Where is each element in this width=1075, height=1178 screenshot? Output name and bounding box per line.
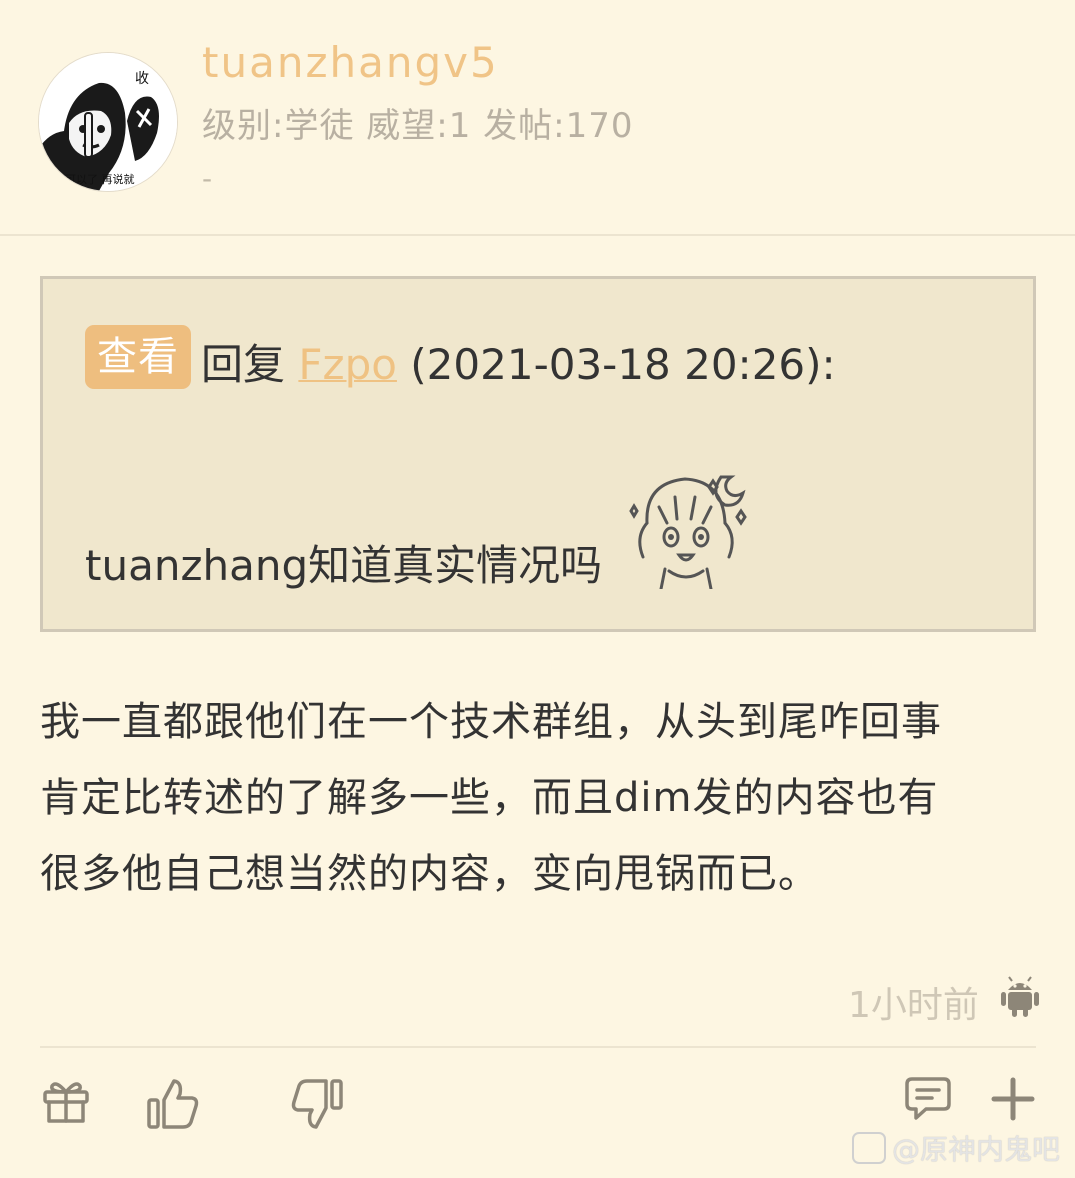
gift-icon[interactable] xyxy=(42,1078,90,1124)
comment-icon[interactable] xyxy=(904,1076,952,1122)
username[interactable]: tuanzhangv5 xyxy=(202,38,499,87)
post-timestamp: 1小时前 xyxy=(848,985,979,1026)
android-icon xyxy=(1000,976,1040,1018)
user-signature: - xyxy=(202,162,213,195)
reply-user-link[interactable]: Fzpo xyxy=(298,340,397,389)
reply-prefix: 回复 xyxy=(201,340,286,389)
thumbs-down-icon[interactable] xyxy=(290,1078,344,1130)
post-header: 收 可以了 再说就 tuanzhangv5 级别:学徒 威望:1 发帖:170 … xyxy=(0,0,1075,236)
divider xyxy=(40,1046,1036,1048)
watermark: @原神内鬼吧 xyxy=(852,1128,1060,1168)
quoted-reply: 查看 回复 Fzpo (2021-03-18 20:26): tuanzhang… xyxy=(40,276,1036,632)
tieba-logo-icon xyxy=(852,1132,886,1164)
plus-icon[interactable] xyxy=(990,1076,1036,1122)
avatar[interactable]: 收 可以了 再说就 xyxy=(38,52,178,192)
post-line: 肯定比转述的了解多一些，而且dim发的内容也有 xyxy=(40,775,939,821)
view-quote-button[interactable]: 查看 xyxy=(85,325,191,389)
svg-text:收: 收 xyxy=(135,71,149,87)
watermark-text: @原神内鬼吧 xyxy=(892,1133,1061,1166)
reply-header: 回复 Fzpo (2021-03-18 20:26): xyxy=(201,331,836,392)
post-content: 我一直都跟他们在一个技术群组，从头到尾咋回事 肯定比转述的了解多一些，而且dim… xyxy=(40,684,1035,912)
quoted-text: tuanzhang知道真实情况吗 xyxy=(85,541,603,590)
reply-time: (2021-03-18 20:26): xyxy=(410,340,836,389)
post-line: 很多他自己想当然的内容，变向甩锅而已。 xyxy=(40,851,819,897)
thumbs-up-icon[interactable] xyxy=(146,1078,200,1130)
user-meta: 级别:学徒 威望:1 发帖:170 xyxy=(202,106,634,146)
anime-girl-sticker-icon xyxy=(625,471,761,591)
svg-text:可以了 再说就: 可以了 再说就 xyxy=(65,172,135,186)
post-line: 我一直都跟他们在一个技术群组，从头到尾咋回事 xyxy=(40,699,942,745)
